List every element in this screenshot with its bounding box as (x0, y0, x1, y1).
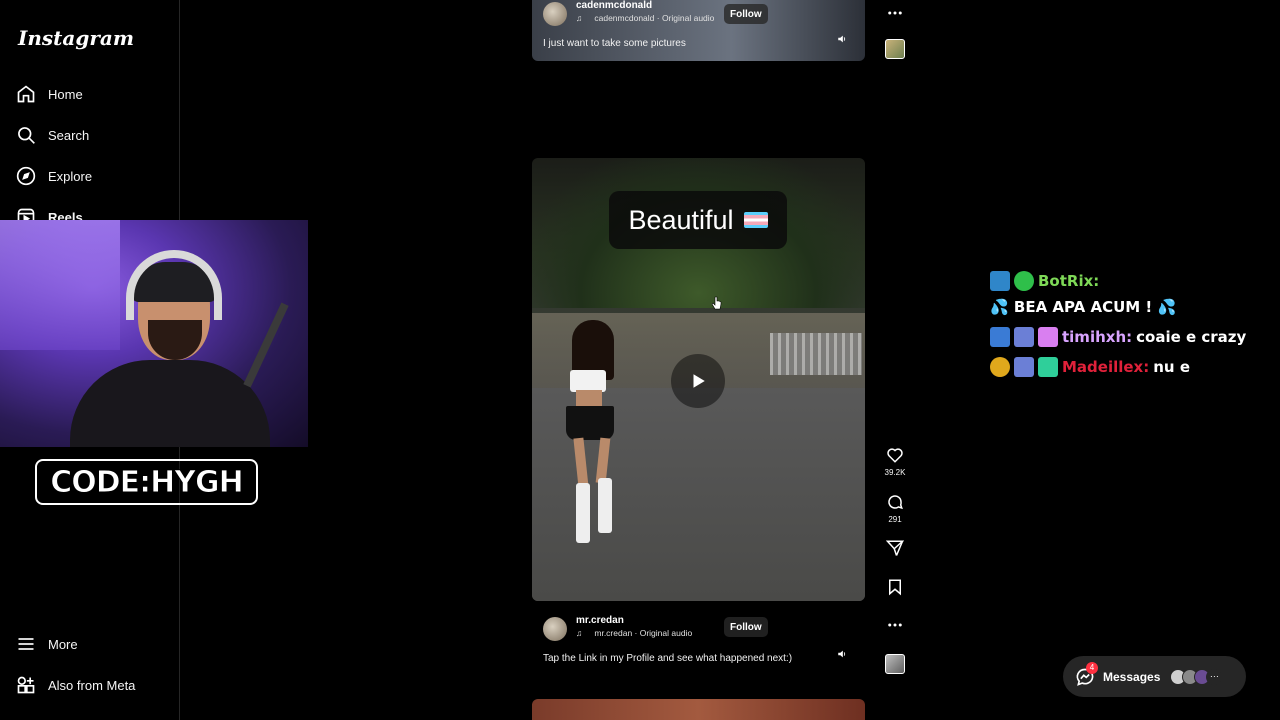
play-icon (693, 374, 705, 388)
mute-button[interactable] (834, 31, 850, 47)
more-options-button[interactable] (884, 4, 906, 22)
transgender-flag-icon (743, 212, 768, 228)
moderator-badge-icon (990, 271, 1010, 291)
stream-chat: BotRix: 💦 BEA APA ACUM ! 💦 timihxh: coai… (990, 270, 1270, 386)
chat-text: nu e (1153, 358, 1190, 376)
streamer-webcam (0, 220, 308, 447)
overlay-text: Beautiful (628, 204, 734, 235)
audio-label: cadenmcdonald · Original audio (594, 13, 715, 23)
menu-icon (18, 638, 34, 650)
share-button[interactable] (884, 539, 906, 557)
send-icon (886, 540, 904, 556)
sidebar-item-also-from-meta[interactable]: Also from Meta (16, 672, 135, 698)
sidebar-item-label: Search (48, 127, 90, 143)
messenger-icon: 4 (1075, 661, 1098, 687)
reel-username[interactable]: mr.credan (576, 615, 624, 626)
rank-badge-icon (990, 357, 1010, 377)
verified-badge-icon (1014, 271, 1034, 291)
video-text-overlay: Beautiful (609, 191, 787, 249)
sidebar-item-label: Explore (48, 168, 93, 184)
instagram-logo[interactable]: Instagram (18, 26, 134, 50)
video-person-boot (598, 478, 612, 533)
more-dots-icon (888, 623, 902, 627)
like-button[interactable]: 39.2K (884, 446, 906, 477)
chat-message: Madeillex: nu e (990, 356, 1270, 378)
sidebar-item-label: Also from Meta (48, 677, 136, 693)
music-note-icon: ♫ (576, 628, 583, 638)
bookmark-icon (889, 579, 901, 596)
mouse-cursor-icon (712, 296, 722, 310)
video-chairs (770, 333, 862, 375)
mute-button[interactable] (834, 646, 850, 662)
save-button[interactable] (884, 578, 906, 596)
play-button[interactable] (671, 354, 725, 408)
messages-label: Messages (1103, 669, 1161, 684)
microphone-arm (243, 302, 289, 388)
reel-video-next[interactable] (532, 699, 865, 720)
chat-message: BotRix: 💦 BEA APA ACUM ! 💦 (990, 270, 1270, 318)
audio-thumbnail[interactable] (885, 654, 905, 674)
sidebar-item-label: Home (48, 86, 83, 102)
subscriber-badge-icon (990, 327, 1010, 347)
reel-video[interactable]: Beautiful (532, 158, 865, 601)
speaker-icon (838, 35, 846, 43)
sidebar-item-label: More (48, 636, 78, 652)
heart-icon (887, 448, 903, 463)
headphones (126, 250, 222, 320)
chat-text: coaie e crazy (1136, 328, 1247, 346)
speaker-icon (838, 650, 846, 658)
streamer-body (70, 360, 270, 447)
reel-audio[interactable]: ♫ cadenmcdonald · Original audio (576, 13, 714, 23)
sidebar-item-explore[interactable]: Explore (16, 163, 92, 189)
alien-badge-icon (1014, 327, 1034, 347)
follow-button[interactable]: Follow (724, 617, 768, 637)
audio-label: mr.credan · Original audio (594, 628, 693, 638)
background-light (0, 220, 120, 350)
home-icon (17, 85, 35, 103)
video-person-skirt (566, 406, 614, 440)
comment-count: 291 (888, 515, 902, 524)
unread-badge: 4 (1086, 661, 1098, 674)
chat-message: timihxh: coaie e crazy (990, 326, 1270, 348)
comment-button[interactable]: 291 (884, 493, 906, 524)
audio-thumbnail[interactable] (885, 39, 905, 59)
sidebar-item-more[interactable]: More (16, 631, 78, 657)
reel-caption: Tap the Link in my Profile and see what … (543, 653, 793, 664)
recent-contacts: ··· (1170, 668, 1223, 685)
video-person-top (570, 370, 606, 392)
alien-badge-icon (1014, 357, 1034, 377)
avatar[interactable] (543, 2, 567, 26)
reel-caption: I just want to take some pictures (543, 38, 686, 49)
video-person-boot (576, 483, 590, 543)
gift-badge-icon (1038, 357, 1058, 377)
sidebar-item-search[interactable]: Search (16, 122, 89, 148)
chat-username: Madeillex: (1062, 358, 1150, 376)
more-dots-icon (888, 11, 902, 15)
compass-icon (16, 166, 36, 186)
chat-text: 💦 BEA APA ACUM ! 💦 (990, 298, 1177, 316)
more-options-button[interactable] (884, 616, 906, 634)
chat-username: BotRix: (1038, 272, 1100, 290)
reel-audio[interactable]: ♫ mr.credan · Original audio (576, 628, 692, 638)
follow-button[interactable]: Follow (724, 4, 768, 24)
chat-username: timihxh: (1062, 328, 1133, 346)
like-count: 39.2K (884, 468, 906, 477)
code-badge: CODE:HYGH (35, 459, 258, 505)
gift-badge-icon (1038, 327, 1058, 347)
sidebar-item-home[interactable]: Home (16, 81, 83, 107)
messages-button[interactable]: 4 Messages ··· (1063, 656, 1246, 697)
comment-icon (888, 495, 903, 510)
search-icon (18, 127, 35, 144)
meta-apps-icon (17, 676, 35, 694)
music-note-icon: ♫ (576, 13, 583, 23)
reel-username[interactable]: cadenmcdonald (576, 0, 652, 11)
more-dots-icon: ··· (1206, 668, 1223, 685)
avatar[interactable] (543, 617, 567, 641)
